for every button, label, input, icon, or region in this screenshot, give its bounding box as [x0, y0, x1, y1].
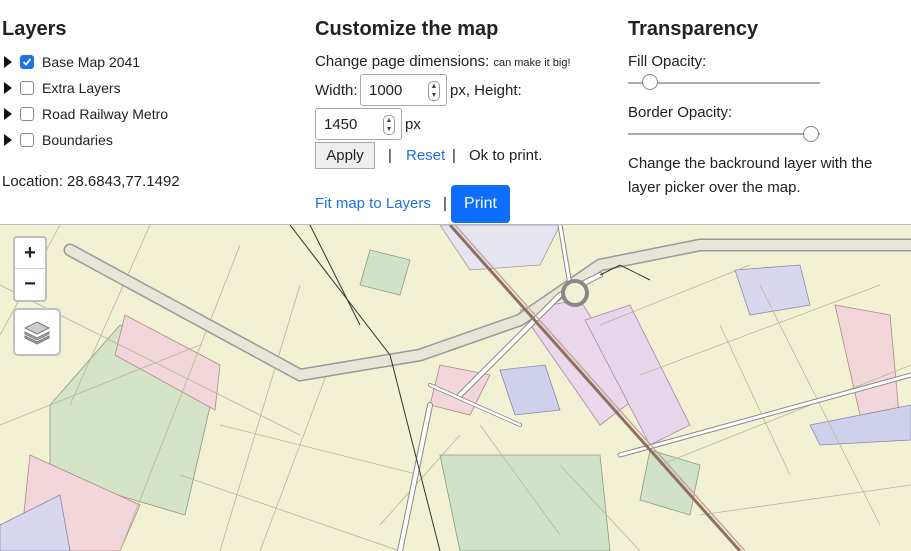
change-dimensions-label: Change page dimensions: can make it big!: [315, 53, 571, 70]
layer-item-base-map[interactable]: Base Map 2041: [4, 51, 140, 73]
expand-triangle-icon[interactable]: [4, 82, 12, 94]
width-input[interactable]: 1000 ▲ ▼: [360, 74, 447, 106]
expand-triangle-icon[interactable]: [4, 134, 12, 146]
ok-to-print-text: Ok to print.: [469, 147, 543, 164]
layers-title: Layers: [2, 18, 67, 40]
fit-map-link[interactable]: Fit map to Layers: [315, 195, 431, 212]
make-big-note: can make it big!: [493, 57, 571, 69]
layer-label: Base Map 2041: [42, 54, 141, 70]
control-panel: Layers Base Map 2041 Extra Layers Road R…: [0, 0, 911, 224]
separator: |: [388, 147, 392, 164]
layer-picker-button[interactable]: [13, 308, 61, 356]
border-opacity-slider[interactable]: [803, 126, 819, 142]
layer-label: Boundaries: [42, 132, 113, 148]
px-label: px: [405, 116, 421, 133]
apply-button[interactable]: Apply: [315, 142, 375, 169]
location-readout: Location: 28.6843,77.1492: [2, 173, 180, 190]
map-canvas[interactable]: [0, 224, 911, 551]
layer-checkbox[interactable]: [20, 107, 34, 121]
width-spinner-icon[interactable]: ▲ ▼: [428, 81, 440, 101]
green-zone: [439, 454, 611, 551]
layer-label: Road Railway Metro: [42, 106, 169, 122]
print-button[interactable]: Print: [451, 185, 510, 223]
fill-opacity-label: Fill Opacity:: [628, 53, 707, 70]
layer-checkbox[interactable]: [20, 133, 34, 147]
layer-checkbox[interactable]: [20, 81, 34, 95]
fill-opacity-slider[interactable]: [642, 74, 658, 90]
transparency-title: Transparency: [628, 18, 759, 40]
zoom-control: + −: [13, 236, 47, 302]
layer-item-boundaries[interactable]: Boundaries: [4, 129, 113, 151]
layer-item-extra-layers[interactable]: Extra Layers: [4, 77, 121, 99]
width-label: Width:: [315, 82, 358, 99]
help-text-line1: Change the backround layer with the: [628, 155, 873, 172]
separator: |: [452, 147, 456, 164]
height-label: px, Height:: [450, 82, 522, 99]
zoom-out-button[interactable]: −: [15, 269, 45, 299]
zoom-in-button[interactable]: +: [15, 238, 45, 268]
layer-checkbox[interactable]: [20, 55, 34, 69]
border-opacity-track[interactable]: [628, 133, 820, 135]
layers-stack-icon: [23, 321, 51, 345]
height-input[interactable]: 1450 ▲ ▼: [315, 108, 402, 140]
expand-triangle-icon[interactable]: [4, 56, 12, 68]
customize-title: Customize the map: [315, 18, 499, 40]
help-text-line2: layer picker over the map.: [628, 179, 801, 196]
reset-link[interactable]: Reset: [406, 147, 445, 164]
layer-label: Extra Layers: [42, 80, 121, 96]
layer-item-road-railway-metro[interactable]: Road Railway Metro: [4, 103, 168, 125]
border-opacity-label: Border Opacity:: [628, 104, 733, 121]
height-spinner-icon[interactable]: ▲ ▼: [383, 115, 395, 135]
map-tiles: [0, 225, 911, 551]
expand-triangle-icon[interactable]: [4, 108, 12, 120]
separator: |: [443, 195, 447, 212]
